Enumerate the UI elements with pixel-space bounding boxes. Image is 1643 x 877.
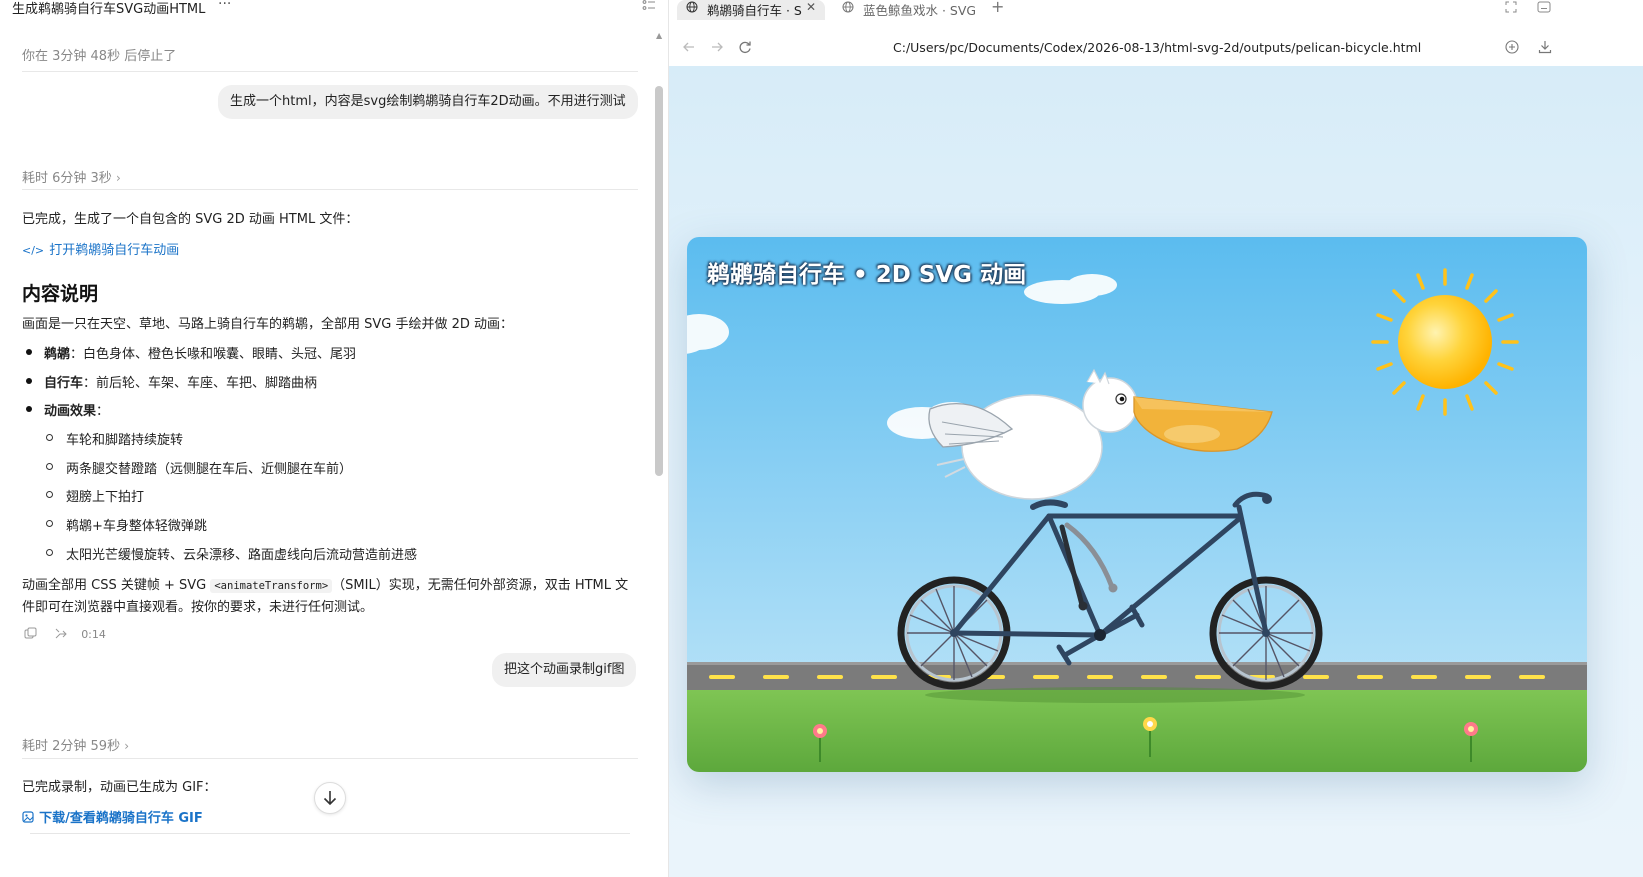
sub-bullet-ring bbox=[46, 549, 53, 556]
message-actions: 0:14 bbox=[24, 623, 106, 642]
chat-header: 生成鹈鹕骑自行车SVG动画HTML ··· bbox=[0, 0, 668, 17]
elapsed-toggle[interactable]: 耗时 6分钟 3秒 › bbox=[22, 167, 121, 186]
bullet-dot bbox=[26, 406, 32, 412]
elapsed-label: 耗时 6分钟 3秒 bbox=[22, 171, 112, 186]
list-item-label: 鹈鹕 bbox=[44, 347, 71, 362]
code-icon: </> bbox=[22, 244, 45, 257]
response-duration: 0:14 bbox=[81, 628, 106, 641]
summary-text: 动画全部用 CSS 关键帧 + SVG bbox=[22, 578, 211, 593]
list-item-text: ： bbox=[96, 404, 110, 419]
open-animation-link-label: 打开鹈鹕骑自行车动画 bbox=[49, 243, 180, 258]
url-text[interactable]: C:/Users/pc/Documents/Codex/2026-08-13/h… bbox=[893, 40, 1421, 55]
summary-line-1: 动画全部用 CSS 关键帧 + SVG <animateTransform> （S… bbox=[22, 574, 628, 593]
tab-label: 鹈鹕骑自行车 · S bbox=[707, 3, 802, 18]
fork-icon[interactable] bbox=[54, 627, 68, 640]
chevron-right-icon: › bbox=[115, 171, 121, 185]
inline-code: <animateTransform> bbox=[210, 579, 333, 593]
globe-icon bbox=[686, 1, 698, 13]
sub-list-item: 鹈鹕+车身整体轻微弹跳 bbox=[66, 519, 207, 534]
stopped-notice: 你在 3分钟 48秒 后停止了 bbox=[22, 49, 177, 64]
open-animation-link[interactable]: </> 打开鹈鹕骑自行车动画 bbox=[22, 239, 179, 258]
panel-icon[interactable] bbox=[1537, 1, 1551, 13]
copy-icon[interactable] bbox=[24, 627, 37, 640]
sub-list-item: 车轮和脚踏持续旋转 bbox=[66, 433, 184, 448]
conversation-title[interactable]: 生成鹈鹕骑自行车SVG动画HTML bbox=[12, 0, 205, 17]
elapsed-toggle[interactable]: 耗时 2分钟 59秒 › bbox=[22, 735, 129, 754]
user-message-bubble: 生成一个html，内容是svg绘制鹈鹕骑自行车2D动画。不用进行测试 bbox=[218, 85, 638, 119]
scrollbar-thumb[interactable] bbox=[655, 86, 663, 476]
composer-edge bbox=[30, 833, 630, 834]
chat-panel: 生成鹈鹕骑自行车SVG动画HTML ··· ▲ 你在 3分钟 48秒 后停止了 … bbox=[0, 0, 669, 877]
list-item-text: ：前后轮、车架、车座、车把、脚踏曲柄 bbox=[83, 376, 318, 391]
sub-bullet-ring bbox=[46, 463, 53, 470]
outline-icon[interactable] bbox=[642, 0, 656, 13]
scroll-up-arrow[interactable]: ▲ bbox=[656, 31, 662, 40]
download-icon[interactable] bbox=[1538, 40, 1552, 54]
tab-label: 蓝色鲸鱼戏水 · SVG bbox=[863, 3, 975, 18]
divider bbox=[22, 758, 638, 759]
gif-link-label: 下载/查看鹈鹕骑自行车 GIF bbox=[39, 811, 203, 826]
sub-list-item: 两条腿交替蹬踏（远侧腿在车后、近侧腿在车前） bbox=[66, 462, 353, 477]
summary-line-2: 件即可在浏览器中直接观看。按你的要求，未进行任何测试。 bbox=[22, 600, 374, 615]
list-item: 自行车：前后轮、车架、车座、车把、脚踏曲柄 bbox=[44, 372, 317, 391]
divider bbox=[22, 189, 638, 190]
list-item-label: 自行车 bbox=[44, 376, 84, 391]
arrow-down-icon bbox=[323, 791, 337, 806]
list-item-text: ：白色身体、橙色长喙和喉囊、眼睛、头冠、尾羽 bbox=[70, 347, 357, 362]
section-heading: 内容说明 bbox=[22, 283, 99, 305]
reload-icon[interactable] bbox=[738, 40, 752, 54]
scroll-down-button[interactable] bbox=[314, 782, 346, 814]
sub-bullet-ring bbox=[46, 434, 53, 441]
sub-list-item: 太阳光芒缓慢旋转、云朵漂移、路面虚线向后流动营造前进感 bbox=[66, 548, 418, 563]
chevron-right-icon: › bbox=[124, 739, 130, 753]
back-icon[interactable] bbox=[682, 40, 696, 54]
tab-pelican-bicycle[interactable]: 鹈鹕骑自行车 · S ✕ bbox=[677, 0, 825, 20]
expand-icon[interactable] bbox=[1505, 1, 1517, 13]
bullet-dot bbox=[26, 378, 32, 384]
add-bookmark-icon[interactable] bbox=[1505, 40, 1519, 54]
close-tab-icon[interactable]: ✕ bbox=[806, 0, 816, 14]
elapsed-label: 耗时 2分钟 59秒 bbox=[22, 739, 121, 754]
user-message-bubble: 把这个动画录制gif图 bbox=[492, 653, 637, 687]
animation-canvas: 鹈鹕骑自行车 • 2D SVG 动画 bbox=[687, 237, 1587, 772]
pelican-bicycle-scene bbox=[687, 237, 1587, 772]
bullet-dot bbox=[26, 349, 32, 355]
new-tab-icon[interactable]: + bbox=[991, 0, 1004, 16]
scene-title: 鹈鹕骑自行车 • 2D SVG 动画 bbox=[707, 262, 1027, 288]
page-viewport: 鹈鹕骑自行车 • 2D SVG 动画 bbox=[669, 66, 1643, 877]
gif-link[interactable]: 下载/查看鹈鹕骑自行车 GIF bbox=[22, 807, 203, 826]
assistant-text: 已完成录制，动画已生成为 GIF： bbox=[22, 780, 217, 795]
sub-bullet-ring bbox=[46, 491, 53, 498]
forward-icon[interactable] bbox=[710, 40, 724, 54]
summary-text: （SMIL）实现，无需任何外部资源，双击 HTML 文 bbox=[332, 578, 629, 593]
assistant-text: 已完成，生成了一个自包含的 SVG 2D 动画 HTML 文件： bbox=[22, 212, 359, 227]
address-bar: C:/Users/pc/Documents/Codex/2026-08-13/h… bbox=[669, 28, 1643, 66]
sub-list-item: 翅膀上下拍打 bbox=[66, 490, 145, 505]
tab-blue-whale[interactable]: 蓝色鲸鱼戏水 · SVG bbox=[833, 0, 975, 20]
divider bbox=[22, 71, 638, 72]
list-item: 鹈鹕：白色身体、橙色长喙和喉囊、眼睛、头冠、尾羽 bbox=[44, 343, 356, 362]
list-item-label: 动画效果 bbox=[44, 404, 97, 419]
image-icon bbox=[22, 811, 34, 823]
pelican-head bbox=[1082, 377, 1138, 433]
tab-bar: 鹈鹕骑自行车 · S ✕ 蓝色鲸鱼戏水 · SVG + bbox=[669, 0, 1643, 20]
globe-icon bbox=[842, 1, 854, 13]
browser-panel: 鹈鹕骑自行车 · S ✕ 蓝色鲸鱼戏水 · SVG + C:/Users/pc/… bbox=[669, 0, 1643, 877]
more-options-button[interactable]: ··· bbox=[218, 0, 231, 12]
intro-text: 画面是一只在天空、草地、马路上骑自行车的鹈鹕，全部用 SVG 手绘并做 2D 动… bbox=[22, 317, 514, 332]
list-item: 动画效果： bbox=[44, 400, 109, 419]
sub-bullet-ring bbox=[46, 520, 53, 527]
